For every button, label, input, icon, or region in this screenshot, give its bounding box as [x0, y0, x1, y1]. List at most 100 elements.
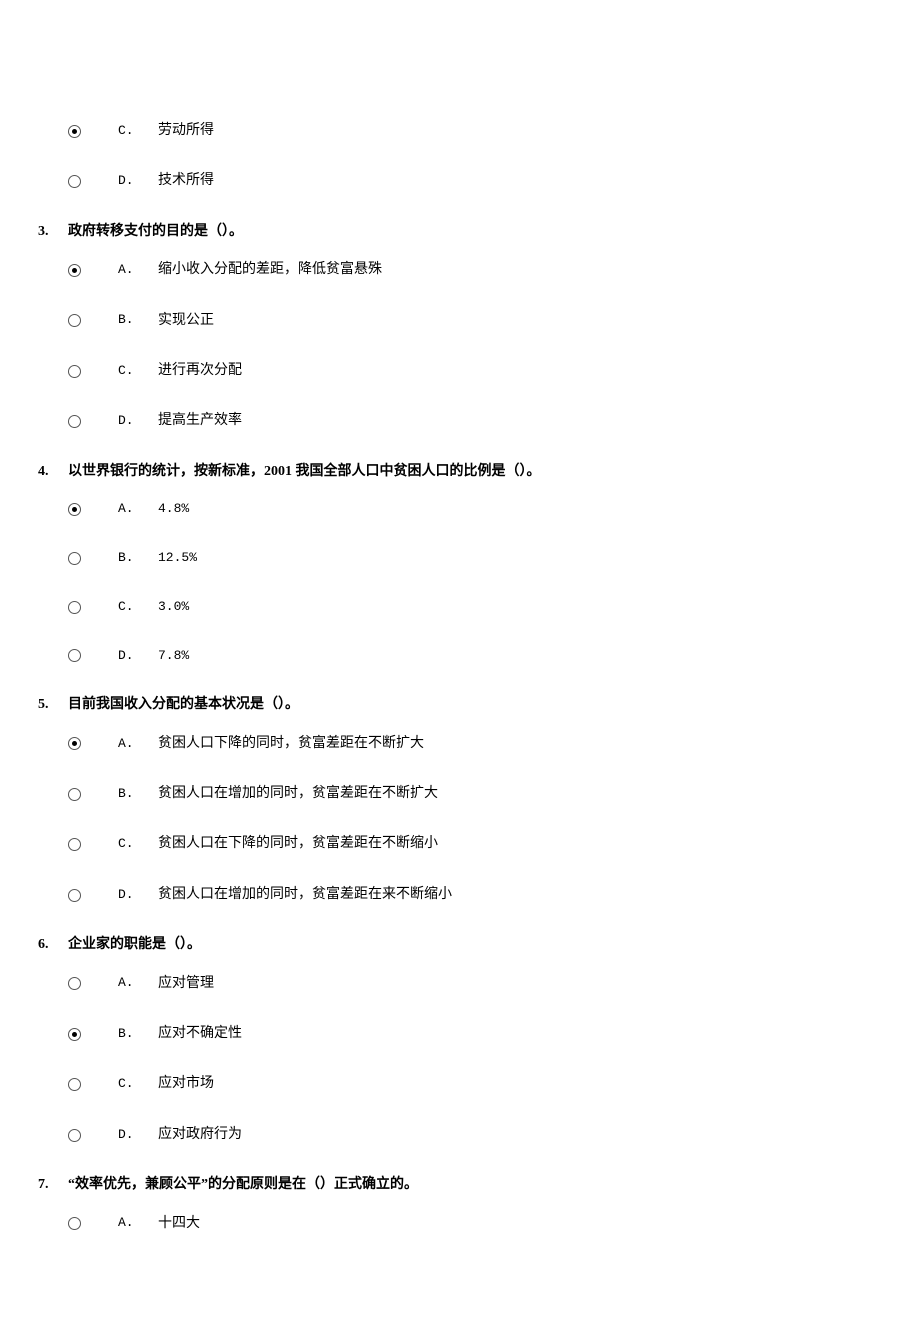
- option-letter: C.: [118, 597, 158, 618]
- question-text: 目前我国收入分配的基本状况是（）。: [68, 694, 890, 716]
- question-block: 6.企业家的职能是（）。 A.应对管理 B.应对不确定性 C.应对市场 D.应对政府行为: [30, 934, 890, 1146]
- option-row[interactable]: A.应对管理: [30, 973, 890, 995]
- question-title: 5.目前我国收入分配的基本状况是（）。: [30, 694, 890, 716]
- option-row[interactable]: A.贫困人口下降的同时，贫富差距在不断扩大: [30, 733, 890, 755]
- option-text: 应对政府行为: [158, 1124, 890, 1146]
- option-row[interactable]: A.缩小收入分配的差距，降低贫富悬殊: [30, 259, 890, 281]
- option-row[interactable]: B.12.5%: [30, 548, 890, 569]
- radio-button[interactable]: [68, 125, 118, 138]
- option-text: 实现公正: [158, 310, 890, 332]
- question-title: 3.政府转移支付的目的是（）。: [30, 221, 890, 243]
- option-letter: C.: [118, 834, 158, 855]
- option-letter: A.: [118, 260, 158, 281]
- option-row[interactable]: C.劳动所得: [30, 120, 890, 142]
- radio-button[interactable]: [68, 889, 118, 902]
- radio-unselected-icon: [68, 552, 81, 565]
- radio-unselected-icon: [68, 788, 81, 801]
- radio-button[interactable]: [68, 1028, 118, 1041]
- question-text: “效率优先，兼顾公平”的分配原则是在（）正式确立的。: [68, 1174, 890, 1196]
- option-text: 缩小收入分配的差距，降低贫富悬殊: [158, 259, 890, 281]
- option-row[interactable]: A.十四大: [30, 1213, 890, 1235]
- option-row[interactable]: B.应对不确定性: [30, 1023, 890, 1045]
- option-row[interactable]: C.应对市场: [30, 1073, 890, 1095]
- radio-button[interactable]: [68, 788, 118, 801]
- radio-unselected-icon: [68, 977, 81, 990]
- option-letter: B.: [118, 784, 158, 805]
- option-row[interactable]: B.实现公正: [30, 310, 890, 332]
- radio-button[interactable]: [68, 737, 118, 750]
- option-letter: B.: [118, 548, 158, 569]
- question-title: 7.“效率优先，兼顾公平”的分配原则是在（）正式确立的。: [30, 1174, 890, 1196]
- option-row[interactable]: D.应对政府行为: [30, 1124, 890, 1146]
- radio-button[interactable]: [68, 649, 118, 662]
- radio-button[interactable]: [68, 314, 118, 327]
- option-text: 12.5%: [158, 548, 890, 569]
- radio-dot-icon: [72, 268, 77, 273]
- radio-unselected-icon: [68, 415, 81, 428]
- option-text: 进行再次分配: [158, 360, 890, 382]
- radio-unselected-icon: [68, 649, 81, 662]
- radio-selected-icon: [68, 125, 81, 138]
- question-text: 以世界银行的统计，按新标准，2001 我国全部人口中贫困人口的比例是（）。: [68, 461, 890, 483]
- question-title: 6.企业家的职能是（）。: [30, 934, 890, 956]
- option-letter: C.: [118, 1074, 158, 1095]
- option-text: 4.8%: [158, 499, 890, 520]
- option-row[interactable]: C.贫困人口在下降的同时，贫富差距在不断缩小: [30, 833, 890, 855]
- option-row[interactable]: D.贫困人口在增加的同时，贫富差距在来不断缩小: [30, 884, 890, 906]
- option-row[interactable]: D.提高生产效率: [30, 410, 890, 432]
- radio-button[interactable]: [68, 503, 118, 516]
- option-letter: C.: [118, 121, 158, 142]
- radio-unselected-icon: [68, 601, 81, 614]
- option-letter: C.: [118, 361, 158, 382]
- option-row[interactable]: D.技术所得: [30, 170, 890, 192]
- option-row[interactable]: A.4.8%: [30, 499, 890, 520]
- question-block: 3.政府转移支付的目的是（）。 A.缩小收入分配的差距，降低贫富悬殊 B.实现公正 C…: [30, 221, 890, 433]
- radio-button[interactable]: [68, 365, 118, 378]
- option-text: 劳动所得: [158, 120, 890, 142]
- option-letter: A.: [118, 499, 158, 520]
- option-text: 十四大: [158, 1213, 890, 1235]
- option-letter: A.: [118, 1213, 158, 1234]
- option-letter: D.: [118, 171, 158, 192]
- option-text: 贫困人口下降的同时，贫富差距在不断扩大: [158, 733, 890, 755]
- radio-button[interactable]: [68, 1078, 118, 1091]
- option-letter: B.: [118, 1024, 158, 1045]
- radio-button[interactable]: [68, 1217, 118, 1230]
- radio-button[interactable]: [68, 264, 118, 277]
- radio-unselected-icon: [68, 1078, 81, 1091]
- option-letter: D.: [118, 885, 158, 906]
- option-row[interactable]: C.3.0%: [30, 597, 890, 618]
- option-row[interactable]: C.进行再次分配: [30, 360, 890, 382]
- question-block: 7.“效率优先，兼顾公平”的分配原则是在（）正式确立的。 A.十四大: [30, 1174, 890, 1235]
- radio-unselected-icon: [68, 1129, 81, 1142]
- question-number: 6.: [38, 934, 68, 956]
- radio-button[interactable]: [68, 415, 118, 428]
- option-text: 3.0%: [158, 597, 890, 618]
- radio-unselected-icon: [68, 1217, 81, 1230]
- option-text: 应对市场: [158, 1073, 890, 1095]
- option-row[interactable]: D.7.8%: [30, 646, 890, 667]
- radio-button[interactable]: [68, 175, 118, 188]
- radio-unselected-icon: [68, 889, 81, 902]
- radio-button[interactable]: [68, 977, 118, 990]
- question-number: 5.: [38, 694, 68, 716]
- option-letter: B.: [118, 310, 158, 331]
- option-text: 提高生产效率: [158, 410, 890, 432]
- radio-button[interactable]: [68, 601, 118, 614]
- radio-button[interactable]: [68, 552, 118, 565]
- radio-dot-icon: [72, 1032, 77, 1037]
- radio-button[interactable]: [68, 838, 118, 851]
- option-text: 7.8%: [158, 646, 890, 667]
- radio-selected-icon: [68, 264, 81, 277]
- question-number: 3.: [38, 221, 68, 243]
- option-text: 技术所得: [158, 170, 890, 192]
- option-text: 贫困人口在下降的同时，贫富差距在不断缩小: [158, 833, 890, 855]
- radio-selected-icon: [68, 1028, 81, 1041]
- question-text: 政府转移支付的目的是（）。: [68, 221, 890, 243]
- option-row[interactable]: B.贫困人口在增加的同时，贫富差距在不断扩大: [30, 783, 890, 805]
- radio-button[interactable]: [68, 1129, 118, 1142]
- option-letter: A.: [118, 973, 158, 994]
- option-text: 贫困人口在增加的同时，贫富差距在不断扩大: [158, 783, 890, 805]
- option-text: 贫困人口在增加的同时，贫富差距在来不断缩小: [158, 884, 890, 906]
- question-number: 4.: [38, 461, 68, 483]
